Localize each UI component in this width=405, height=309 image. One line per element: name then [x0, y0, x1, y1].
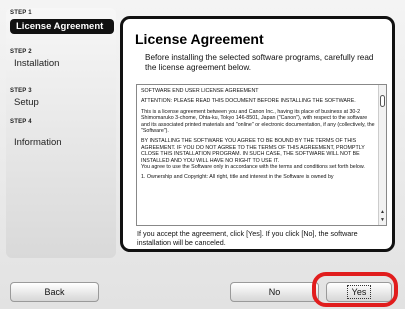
- license-paragraph: ATTENTION: PLEASE READ THIS DOCUMENT BEF…: [141, 98, 356, 105]
- step-number: STEP 4: [10, 119, 32, 125]
- license-paragraph: SOFTWARE END USER LICENSE AGREEMENT: [141, 88, 259, 94]
- step-number: STEP 2: [10, 49, 32, 55]
- license-paragraph: BY INSTALLING THE SOFTWARE YOU AGREE TO …: [141, 138, 365, 164]
- step-label: Installation: [14, 58, 60, 69]
- panel-description: Before installing the selected software …: [145, 53, 374, 72]
- highlight-ring: [312, 272, 398, 307]
- step-number: STEP 3: [10, 88, 32, 94]
- no-button[interactable]: No: [230, 282, 319, 302]
- license-scrollbar[interactable]: ▲ ▼: [378, 85, 386, 225]
- license-paragraph: This is a license agreement between you …: [141, 108, 375, 135]
- step-setup: STEP 3 Setup: [10, 88, 114, 108]
- license-text: SOFTWARE END USER LICENSE AGREEMENT ATTE…: [141, 88, 375, 224]
- scroll-up-arrow-icon[interactable]: ▲: [379, 209, 386, 216]
- step-license-agreement: STEP 1 License Agreement: [10, 10, 114, 34]
- step-sidebar: STEP 1 License Agreement STEP 2 Installa…: [6, 8, 116, 258]
- step-label: License Agreement: [10, 19, 114, 34]
- back-button[interactable]: Back: [10, 282, 99, 302]
- license-paragraph: 1. Ownership and Copyright: All right, t…: [141, 174, 334, 181]
- step-label: Setup: [14, 97, 39, 108]
- step-number: STEP 1: [10, 10, 32, 16]
- panel-title: License Agreement: [135, 31, 264, 47]
- installer-window: STEP 1 License Agreement STEP 2 Installa…: [0, 0, 405, 309]
- scroll-down-arrow-icon[interactable]: ▼: [379, 217, 386, 224]
- scroll-thumb[interactable]: [380, 95, 385, 107]
- step-installation: STEP 2 Installation: [10, 49, 114, 69]
- step-information: STEP 4 Information: [10, 119, 114, 148]
- license-paragraph: You agree to use the Software only in ac…: [141, 164, 365, 171]
- license-panel: License Agreement Before installing the …: [120, 16, 395, 252]
- accept-instructions: If you accept the agreement, click [Yes]…: [137, 229, 358, 247]
- license-text-box[interactable]: SOFTWARE END USER LICENSE AGREEMENT ATTE…: [136, 84, 387, 226]
- step-label: Information: [14, 137, 62, 148]
